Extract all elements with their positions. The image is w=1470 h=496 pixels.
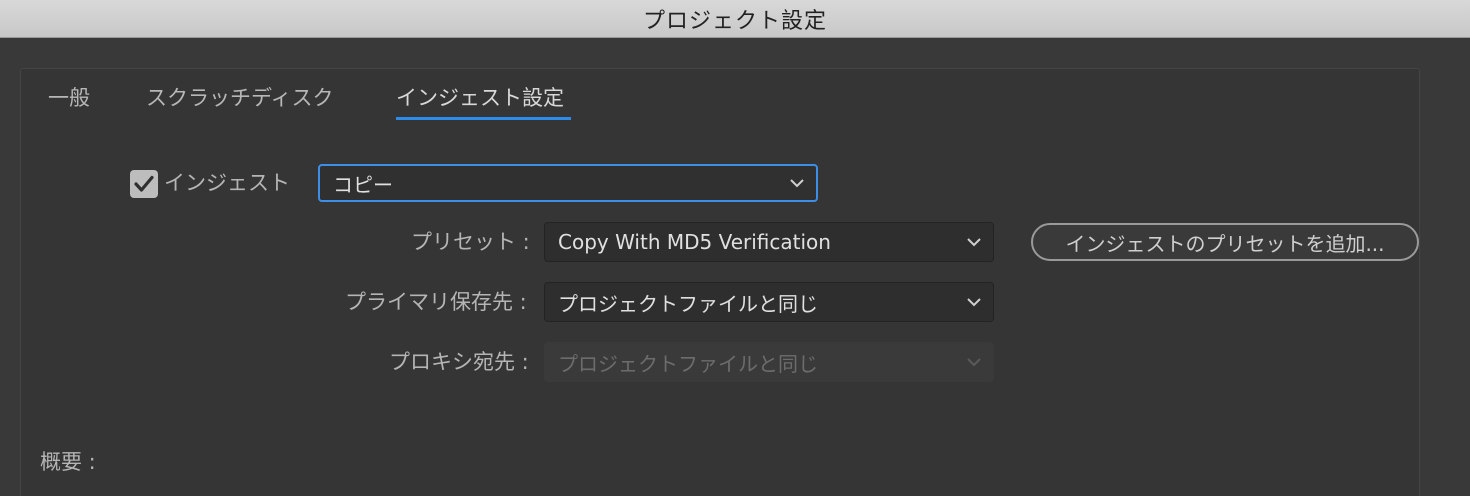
tab-scratch-disks[interactable]: スクラッチディスク [146,82,334,114]
project-settings-window: プロジェクト設定 一般 スクラッチディスク インジェスト設定 インジェスト コピ… [0,0,1470,496]
preset-dropdown[interactable]: Copy With MD5 Verification [544,222,994,262]
primary-destination-value: プロジェクトファイルと同じ [558,291,818,316]
ingest-mode-value: コピー [333,172,393,197]
primary-destination-dropdown[interactable]: プロジェクトファイルと同じ [544,282,994,322]
preset-value: Copy With MD5 Verification [558,230,831,254]
proxy-destination-dropdown: プロジェクトファイルと同じ [544,342,994,382]
preset-label: プリセット : [411,230,530,254]
active-tab-indicator [396,117,571,120]
chevron-down-icon [967,238,981,247]
ingest-mode-dropdown[interactable]: コピー [318,164,818,202]
ingest-checkbox-label[interactable]: インジェスト [164,168,290,198]
add-ingest-preset-label: インジェストのプリセットを追加... [1065,231,1385,256]
summary-label: 概要 : [40,450,96,474]
primary-destination-label: プライマリ保存先 : [345,290,527,314]
add-ingest-preset-button[interactable]: インジェストのプリセットを追加... [1031,223,1419,261]
chevron-down-icon [967,358,981,367]
window-title: プロジェクト設定 [642,8,827,34]
title-bar[interactable]: プロジェクト設定 [0,0,1470,38]
proxy-destination-value: プロジェクトファイルと同じ [558,351,818,376]
tab-ingest-settings[interactable]: インジェスト設定 [396,82,564,114]
checkmark-icon [134,175,154,192]
ingest-checkbox[interactable] [130,170,158,198]
proxy-destination-label: プロキシ宛先 : [389,350,529,374]
chevron-down-icon [790,179,804,188]
chevron-down-icon [967,298,981,307]
tab-general[interactable]: 一般 [48,82,90,114]
